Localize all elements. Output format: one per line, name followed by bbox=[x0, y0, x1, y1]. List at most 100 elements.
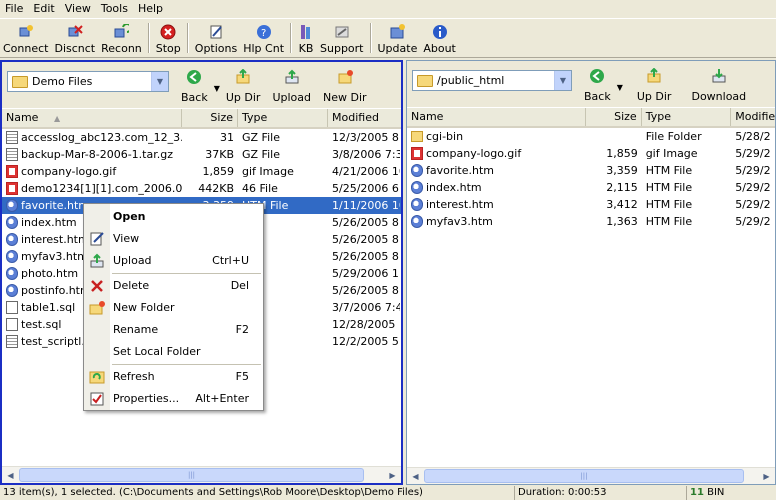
menu-item-set-local-folder[interactable]: Set Local Folder bbox=[84, 341, 263, 363]
file-type-cell: gif Image bbox=[645, 147, 698, 160]
menu-file[interactable]: File bbox=[0, 0, 28, 18]
right-file-row[interactable]: company-logo.gif 1,859 gif Image 5/29/2 bbox=[407, 145, 775, 162]
reconnect-label: Reconn bbox=[101, 42, 142, 55]
new-dir-button[interactable]: New Dir bbox=[317, 62, 373, 106]
status-transfer-mode: 11 BIN bbox=[686, 486, 776, 500]
menu-item-shortcut bbox=[249, 228, 263, 250]
left-file-row[interactable]: accesslog_abc123.com_12_3... 31 GZ File 12/… bbox=[2, 129, 401, 146]
scroll-left-icon[interactable]: ◀ bbox=[2, 467, 19, 483]
right-file-row[interactable]: favorite.htm 3,359 HTM File 5/29/2 bbox=[407, 162, 775, 179]
download-button[interactable]: Download bbox=[685, 61, 752, 105]
right-file-row[interactable]: cgi-bin File Folder 5/28/2 bbox=[407, 128, 775, 145]
chevron-down-icon[interactable]: ▼ bbox=[554, 71, 571, 90]
options-button[interactable]: Options bbox=[192, 19, 240, 58]
connect-button[interactable]: Connect bbox=[0, 19, 51, 58]
menu-view[interactable]: View bbox=[60, 0, 96, 18]
file-modified-cell: 5/29/2006 11: bbox=[332, 267, 400, 280]
file-type-cell: GZ File bbox=[242, 148, 280, 161]
update-button[interactable]: Update bbox=[375, 19, 421, 58]
support-button[interactable]: Support bbox=[317, 19, 366, 58]
reconnect-button[interactable]: Reconn bbox=[98, 19, 145, 58]
remote-path-combo[interactable]: /public_html ▼ bbox=[412, 70, 572, 91]
help-contents-icon: ? bbox=[256, 24, 272, 40]
remote-col-name[interactable]: Name bbox=[407, 108, 586, 126]
file-type-cell: HTM File bbox=[645, 215, 693, 228]
file-type-cell: File Folder bbox=[645, 130, 702, 143]
right-file-row[interactable]: index.htm 2,115 HTM File 5/29/2 bbox=[407, 179, 775, 196]
remote-up-dir-button[interactable]: Up Dir bbox=[623, 61, 686, 105]
remote-col-type[interactable]: Type bbox=[642, 108, 732, 126]
menu-item-view[interactable]: View bbox=[84, 228, 263, 250]
remote-col-size[interactable]: Size bbox=[586, 108, 642, 126]
menu-item-open[interactable]: Open bbox=[84, 206, 263, 228]
left-file-row[interactable]: demo1234[1][1].com_2006.0... 442KB 46 File… bbox=[2, 180, 401, 197]
file-modified-cell: 5/26/2005 8:2 bbox=[332, 284, 400, 297]
scroll-right-icon[interactable]: ▶ bbox=[384, 467, 401, 483]
html-file-icon bbox=[411, 198, 423, 211]
local-col-type[interactable]: Type bbox=[238, 109, 328, 127]
menu-item-upload[interactable]: Upload Ctrl+U bbox=[84, 250, 263, 272]
file-name: myfav3.htm bbox=[21, 250, 88, 263]
file-name-cell: company-logo.gif bbox=[2, 163, 182, 180]
upload-button[interactable]: Upload bbox=[266, 62, 317, 106]
local-horizontal-scrollbar[interactable]: ◀ ||| ▶ bbox=[2, 466, 401, 483]
right-file-row[interactable]: interest.htm 3,412 HTM File 5/29/2 bbox=[407, 196, 775, 213]
menu-edit[interactable]: Edit bbox=[28, 0, 59, 18]
local-back-button[interactable]: Back bbox=[175, 62, 214, 106]
menu-help[interactable]: Help bbox=[133, 0, 168, 18]
html-file-icon bbox=[6, 250, 18, 263]
local-back-label: Back bbox=[181, 91, 208, 104]
remote-back-button[interactable]: Back bbox=[578, 61, 617, 105]
about-button[interactable]: About bbox=[420, 19, 459, 58]
file-name: photo.htm bbox=[21, 267, 79, 280]
local-col-size[interactable]: Size bbox=[182, 109, 238, 127]
scroll-left-icon[interactable]: ◀ bbox=[407, 468, 424, 484]
scroll-track[interactable]: ||| bbox=[19, 467, 384, 483]
html-file-icon bbox=[6, 267, 18, 280]
file-name-cell: demo1234[1][1].com_2006.0... bbox=[2, 180, 182, 197]
local-path-combo[interactable]: Demo Files ▼ bbox=[7, 71, 169, 92]
svg-text:?: ? bbox=[261, 28, 266, 39]
remote-horizontal-scrollbar[interactable]: ◀ ||| ▶ bbox=[407, 467, 775, 484]
file-name: table1.sql bbox=[21, 301, 76, 314]
local-col-modified[interactable]: Modified bbox=[328, 109, 400, 127]
update-label: Update bbox=[377, 42, 418, 55]
local-up-dir-button[interactable]: Up Dir bbox=[220, 62, 267, 106]
scroll-thumb[interactable]: ||| bbox=[19, 468, 364, 482]
scroll-thumb[interactable]: ||| bbox=[424, 469, 744, 483]
menu-item-properties[interactable]: Properties... Alt+Enter bbox=[84, 388, 263, 410]
menu-item-delete[interactable]: Delete Del bbox=[84, 275, 263, 297]
scroll-right-icon[interactable]: ▶ bbox=[758, 468, 775, 484]
properties-icon bbox=[89, 391, 105, 407]
local-col-name[interactable]: Name ▲ bbox=[2, 109, 182, 127]
remote-col-modified[interactable]: Modified bbox=[731, 108, 775, 126]
help-contents-button[interactable]: ? Hlp Cnt bbox=[240, 19, 287, 58]
about-icon bbox=[432, 24, 448, 40]
menu-item-refresh[interactable]: Refresh F5 bbox=[84, 366, 263, 388]
file-modified-cell: 5/26/2005 8:2 bbox=[332, 216, 400, 229]
file-size-cell: 3,412 bbox=[606, 198, 638, 211]
right-file-row[interactable]: myfav3.htm 1,363 HTM File 5/29/2 bbox=[407, 213, 775, 230]
menu-item-new-folder[interactable]: New Folder bbox=[84, 297, 263, 319]
menu-item-shortcut: Alt+Enter bbox=[195, 392, 249, 405]
zip-file-icon bbox=[6, 335, 18, 348]
refresh-icon bbox=[89, 369, 105, 385]
stop-button[interactable]: Stop bbox=[153, 19, 184, 58]
menu-item-label: Open bbox=[113, 210, 146, 223]
reconnect-icon bbox=[113, 23, 133, 40]
chevron-down-icon[interactable]: ▼ bbox=[151, 72, 168, 91]
scroll-track[interactable]: ||| bbox=[424, 468, 758, 484]
menu-tools[interactable]: Tools bbox=[96, 0, 133, 18]
file-context-menu: Open View Upload Ctrl+U Delete Del New Folder R… bbox=[83, 203, 264, 411]
file-type-cell: 46 File bbox=[242, 182, 278, 195]
transfer-mode-label: BIN bbox=[707, 487, 725, 498]
menu-item-rename[interactable]: Rename F2 bbox=[84, 319, 263, 341]
left-file-row[interactable]: company-logo.gif 1,859 gif Image 4/21/2006 … bbox=[2, 163, 401, 180]
file-size-cell: 2,115 bbox=[606, 181, 638, 194]
file-type-cell: GZ File bbox=[242, 131, 280, 144]
disconnect-button[interactable]: Discnct bbox=[51, 19, 98, 58]
options-label: Options bbox=[194, 42, 238, 55]
local-up-dir-label: Up Dir bbox=[225, 91, 261, 104]
left-file-row[interactable]: backup-Mar-8-2006-1.tar.gz 37KB GZ File 3/8… bbox=[2, 146, 401, 163]
kb-button[interactable]: KB bbox=[295, 19, 317, 58]
